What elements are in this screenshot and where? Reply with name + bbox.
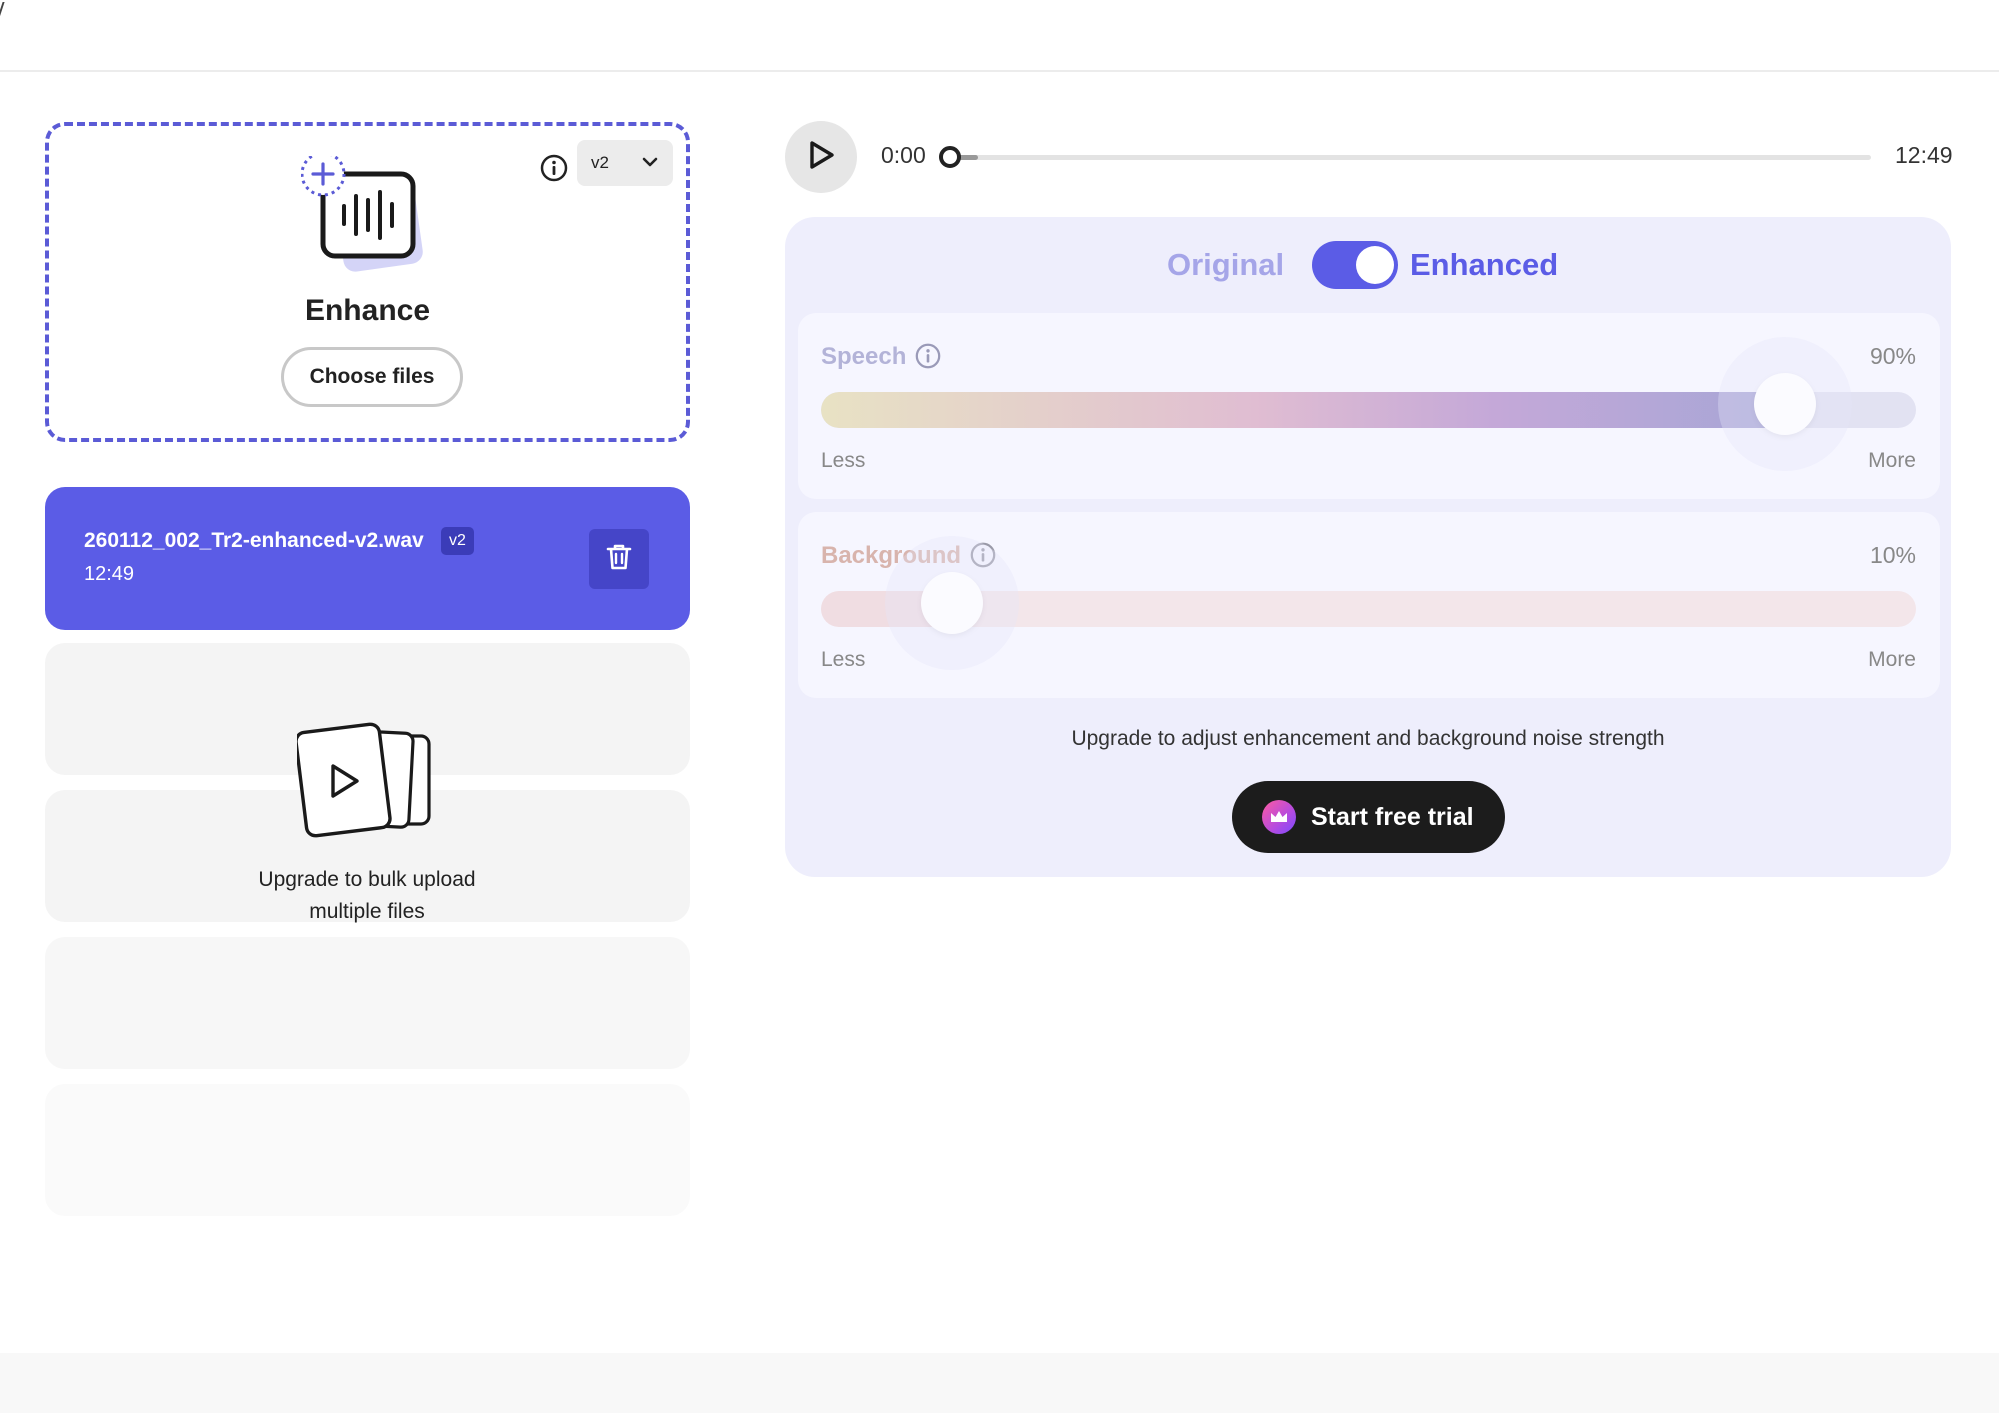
version-select-value: v2 — [591, 153, 609, 172]
corner-mark — [0, 2, 6, 18]
crown-icon — [1262, 800, 1296, 834]
start-free-trial-button[interactable]: Start free trial — [1232, 781, 1505, 853]
file-name: 260112_002_Tr2-enhanced-v2.wav — [84, 529, 424, 552]
speech-slider-track[interactable] — [821, 392, 1916, 428]
info-icon[interactable] — [537, 151, 571, 185]
enhance-panel: Original Enhanced Speech 90% Less More B… — [785, 217, 1951, 877]
audio-wave-add-icon — [300, 151, 441, 286]
playback-track[interactable] — [950, 155, 1871, 160]
upgrade-note: Upgrade to adjust enhancement and backgr… — [1071, 727, 1665, 750]
background-slider-handle[interactable] — [921, 572, 984, 634]
trash-icon — [605, 542, 633, 577]
bulk-upload-line2: multiple files — [309, 900, 425, 923]
speech-slider-fill — [821, 392, 1785, 428]
play-icon — [806, 139, 836, 176]
total-time: 12:49 — [1895, 142, 1953, 168]
start-free-trial-label: Start free trial — [1311, 802, 1474, 831]
info-icon[interactable] — [913, 341, 943, 371]
current-time: 0:00 — [881, 142, 926, 168]
choose-files-button[interactable]: Choose files — [281, 347, 463, 407]
speech-value: 90% — [1869, 343, 1916, 369]
chevron-down-icon — [641, 153, 659, 173]
file-slot-placeholder — [45, 1084, 690, 1216]
speech-slider-handle[interactable] — [1753, 373, 1816, 435]
mode-enhanced-label[interactable]: Enhanced — [1410, 247, 1558, 283]
upload-dropzone[interactable]: v2 Enhance Choose files — [45, 122, 690, 442]
background-less-label: Less — [821, 648, 866, 671]
speech-more-label: More — [1868, 449, 1916, 472]
file-version-badge: v2 — [441, 527, 474, 555]
background-more-label: More — [1868, 648, 1916, 671]
enhance-toggle[interactable] — [1312, 241, 1398, 289]
file-slot-placeholder — [45, 937, 690, 1069]
bottom-bar — [0, 1353, 1999, 1413]
delete-file-button[interactable] — [589, 529, 649, 589]
stacked-video-files-icon — [294, 722, 439, 840]
info-icon[interactable] — [968, 540, 998, 570]
playback-handle[interactable] — [939, 146, 961, 168]
background-slider-card: Background 10% Less More — [798, 512, 1940, 698]
speech-label: Speech — [821, 343, 907, 370]
background-slider-track[interactable] — [821, 591, 1916, 627]
background-value: 10% — [1869, 542, 1916, 568]
file-card[interactable]: 260112_002_Tr2-enhanced-v2.wav v2 12:49 — [45, 487, 690, 630]
play-button[interactable] — [785, 121, 857, 193]
version-select[interactable]: v2 — [577, 140, 673, 186]
bulk-upload-note: Upgrade to bulk upload multiple files — [217, 864, 517, 928]
enhance-title: Enhance — [304, 294, 431, 327]
file-duration: 12:49 — [84, 563, 135, 585]
speech-slider-card: Speech 90% Less More — [798, 313, 1940, 499]
enhance-toggle-knob — [1356, 246, 1394, 284]
speech-less-label: Less — [821, 449, 866, 472]
mode-original-label[interactable]: Original — [1167, 247, 1284, 283]
top-bar — [0, 0, 1999, 72]
background-label: Background — [821, 542, 962, 569]
bulk-upload-line1: Upgrade to bulk upload — [258, 868, 476, 891]
